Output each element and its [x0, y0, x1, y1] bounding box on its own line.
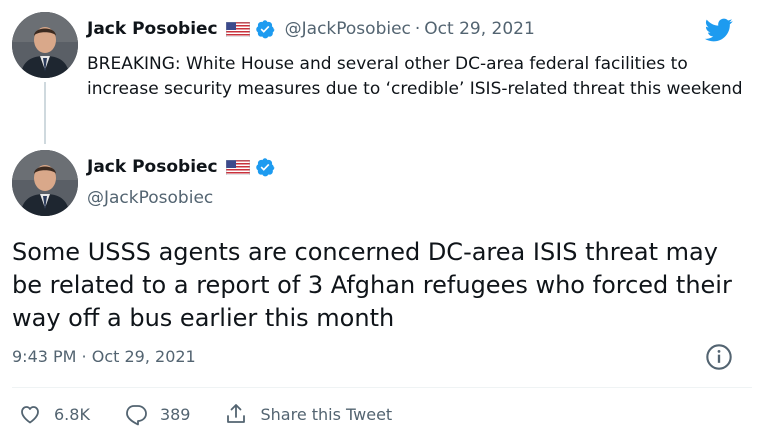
display-name[interactable]: Jack Posobiec	[87, 157, 218, 177]
share-label: Share this Tweet	[260, 404, 393, 424]
reply-count: 389	[159, 404, 191, 424]
handle[interactable]: @JackPosobiec	[285, 19, 411, 39]
avatar[interactable]	[12, 150, 78, 216]
verified-badge-icon	[255, 158, 275, 177]
heart-icon	[21, 406, 39, 424]
quoted-tweet-text: BREAKING: White House and several other …	[87, 54, 743, 99]
main-tweet-header: Jack Posobiec	[87, 157, 275, 177]
quoted-tweet-header: Jack Posobiec @JackPosobiec · Oct 29, 20…	[87, 19, 535, 39]
like-count: 6.8K	[54, 404, 90, 424]
reply-button[interactable]: 389	[124, 402, 191, 426]
share-icon	[227, 404, 246, 423]
avatar[interactable]	[12, 12, 78, 78]
divider	[12, 387, 752, 388]
tweet-actions: 6.8K 389 Share this Tweet	[12, 402, 426, 426]
info-icon[interactable]	[705, 343, 733, 371]
verified-badge-icon	[255, 20, 275, 39]
handle[interactable]: @JackPosobiec	[87, 188, 213, 208]
us-flag-icon	[225, 159, 250, 175]
tweet-timestamp[interactable]: 9:43 PM · Oct 29, 2021	[12, 347, 196, 366]
twitter-bird-icon[interactable]	[703, 16, 735, 44]
display-name[interactable]: Jack Posobiec	[87, 19, 218, 39]
separator: ·	[414, 19, 421, 39]
tweet-text: Some USSS agents are concerned DC-area I…	[12, 238, 732, 332]
thread-line	[44, 82, 46, 144]
tweet-date[interactable]: Oct 29, 2021	[424, 19, 535, 39]
share-button[interactable]: Share this Tweet	[224, 402, 392, 426]
us-flag-icon	[225, 21, 250, 37]
like-button[interactable]: 6.8K	[18, 402, 90, 426]
reply-bubble-icon	[126, 405, 147, 426]
